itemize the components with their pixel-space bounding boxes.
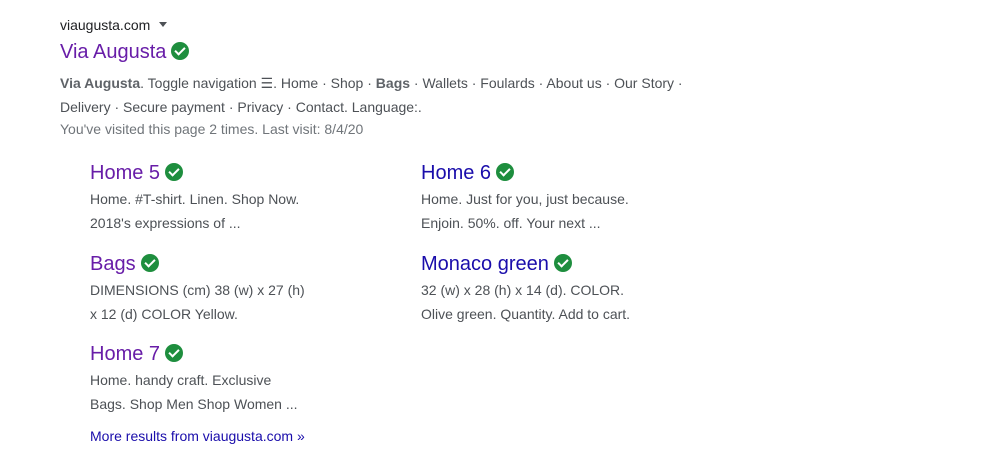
caret-down-icon[interactable] xyxy=(159,22,168,27)
sitelink-monaco-green: Monaco green 32 (w) x 28 (h) x 14 (d). C… xyxy=(421,251,681,326)
snippet-text-1: . Toggle navigation ☰. Home · Shop · xyxy=(140,75,376,91)
sitelink-home-7: Home 7 Home. handy craft. Exclusive Bags… xyxy=(90,341,350,416)
result-title-link[interactable]: Via Augusta xyxy=(60,41,166,63)
sitelink-title[interactable]: Monaco green xyxy=(421,253,549,275)
sitelink-desc-line: Bags. Shop Men Shop Women ... xyxy=(90,396,298,412)
sitelink-desc-line: DIMENSIONS (cm) 38 (w) x 27 (h) xyxy=(90,282,305,298)
sitelink-title[interactable]: Home 6 xyxy=(421,162,491,184)
snippet-bold-bags: Bags xyxy=(375,75,411,91)
verified-check-icon xyxy=(553,254,572,272)
cite-url: viaugusta.com xyxy=(60,17,151,33)
sitelink-desc-line: x 12 (d) COLOR Yellow. xyxy=(90,306,238,322)
verified-check-icon xyxy=(496,163,515,181)
sitelink-title[interactable]: Home 5 xyxy=(90,162,160,184)
sitelink-home-5: Home 5 Home. #T-shirt. Linen. Shop Now. … xyxy=(90,160,350,235)
sitelink-bags: Bags DIMENSIONS (cm) 38 (w) x 27 (h) x 1… xyxy=(90,251,350,326)
visited-note: You've visited this page 2 times. Last v… xyxy=(60,121,364,137)
snippet-bold-site: Via Augusta xyxy=(60,75,141,91)
sitelink-desc-line: Home. #T-shirt. Linen. Shop Now. xyxy=(90,191,300,207)
sitelink-desc-line: 32 (w) x 28 (h) x 14 (d). COLOR. xyxy=(421,282,625,298)
sitelink-home-6: Home 6 Home. Just for you, just because.… xyxy=(421,160,681,235)
verified-check-icon xyxy=(140,254,159,272)
sitelink-title[interactable]: Bags xyxy=(90,253,136,275)
more-results-link[interactable]: More results from viaugusta.com » xyxy=(90,426,305,446)
verified-check-icon xyxy=(171,42,190,60)
result-snippet: Via Augusta. Toggle navigation ☰. Home ·… xyxy=(60,71,700,119)
result-cite: viaugusta.com xyxy=(60,15,168,35)
verified-check-icon xyxy=(165,344,184,362)
sitelink-title[interactable]: Home 7 xyxy=(90,343,160,365)
sitelink-desc-line: Home. handy craft. Exclusive xyxy=(90,372,272,388)
sitelink-desc-line: Home. Just for you, just because. xyxy=(421,191,629,207)
sitelink-desc-line: Olive green. Quantity. Add to cart. xyxy=(421,306,631,322)
result-title-row: Via Augusta xyxy=(60,38,190,66)
sitelink-desc-line: Enjoin. 50%. off. Your next ... xyxy=(421,215,601,231)
sitelink-desc-line: 2018's expressions of ... xyxy=(90,215,241,231)
verified-check-icon xyxy=(165,163,184,181)
